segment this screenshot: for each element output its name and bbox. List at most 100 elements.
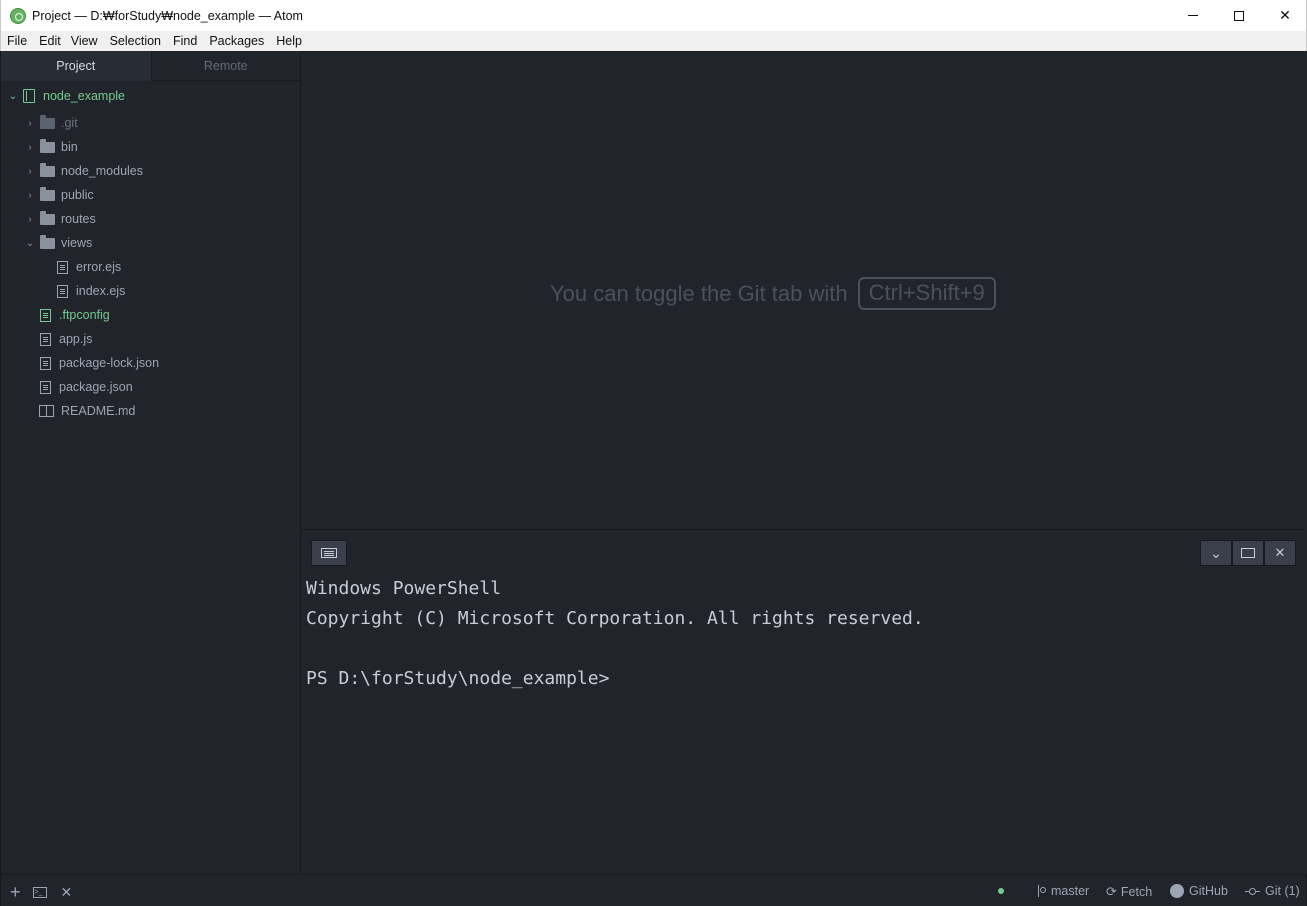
tree-item-label: index.ejs: [76, 284, 126, 298]
folder-icon: [40, 234, 55, 249]
tree-item-label: public: [61, 188, 94, 202]
chevron-right-icon: ›: [28, 117, 32, 129]
chevron-down-icon: ⌄: [25, 237, 35, 249]
menu-packages[interactable]: Packages: [209, 34, 264, 48]
tree-item-label: views: [61, 236, 93, 250]
editor-area[interactable]: You can toggle the Git tab with Ctrl+Shi…: [301, 51, 1305, 529]
tree-item-label: .ftpconfig: [59, 308, 110, 322]
github-label: GitHub: [1189, 884, 1228, 898]
status-bar: + >_ ✕ master ⟳ Fetch GitHub Git (1): [0, 874, 1307, 906]
close-icon: ✕: [1279, 7, 1291, 23]
file-icon: [40, 332, 51, 346]
panel-tabs: Project Remote: [1, 51, 300, 81]
tree-item-index-ejs[interactable]: index.ejs: [57, 279, 125, 303]
close-window-button[interactable]: ✕: [1262, 0, 1307, 31]
github-button[interactable]: GitHub: [1170, 884, 1228, 898]
terminal-line: Windows PowerShell: [306, 578, 502, 599]
commit-icon: [1245, 887, 1260, 895]
tree-item-label: package-lock.json: [59, 356, 160, 370]
tree-item-label: .git: [61, 116, 78, 130]
tree-item-label: package.json: [59, 380, 133, 394]
tree-item-label: error.ejs: [76, 260, 122, 274]
tree-root-node-example[interactable]: ⌄ node_example: [8, 84, 125, 108]
shortcut-key: Ctrl+Shift+9: [857, 277, 996, 310]
file-icon: [40, 308, 51, 322]
tree-view-panel: Project Remote ⌄ node_example › .git › b…: [0, 51, 301, 874]
git-tab-hint: You can toggle the Git tab with Ctrl+Shi…: [550, 277, 996, 310]
tree-item-label: routes: [61, 212, 96, 226]
tree-item-app-js[interactable]: app.js: [40, 327, 92, 351]
window-title: Project — D:₩forStudy₩node_example — Ato…: [32, 8, 303, 23]
tree-item-label: node_modules: [61, 164, 144, 178]
tab-project[interactable]: Project: [1, 51, 151, 81]
chevron-right-icon: ›: [28, 213, 32, 225]
github-icon: [1170, 884, 1184, 898]
terminal-panel[interactable]: ⌄ ✕ Windows PowerShell Copyright (C) Mic…: [301, 529, 1305, 874]
terminal-line: Copyright (C) Microsoft Corporation. All…: [306, 608, 924, 629]
terminal-prompt: PS D:\forStudy\node_example>: [306, 668, 610, 689]
status-left: + >_ ✕: [10, 883, 84, 901]
tree-item-ftpconfig[interactable]: .ftpconfig: [40, 303, 110, 327]
minimize-icon: [1188, 15, 1198, 16]
maximize-icon: [1234, 10, 1244, 21]
fetch-button[interactable]: ⟳ Fetch: [1106, 884, 1152, 900]
menu-find[interactable]: Find: [173, 34, 197, 48]
branch-icon: [1036, 885, 1046, 897]
menu-file[interactable]: File: [7, 34, 27, 48]
menu-view[interactable]: View: [71, 34, 98, 48]
atom-logo-icon: [10, 7, 26, 24]
folder-icon: [40, 114, 55, 129]
tab-remote[interactable]: Remote: [150, 51, 300, 81]
title-bar: Project — D:₩forStudy₩node_example — Ato…: [0, 0, 1307, 31]
tree-item-readme[interactable]: README.md: [39, 399, 135, 423]
tree-item-label: app.js: [59, 332, 93, 346]
tree-item-error-ejs[interactable]: error.ejs: [57, 255, 121, 279]
git-button[interactable]: Git (1): [1245, 884, 1300, 898]
tree-item-views[interactable]: ⌄ views: [25, 231, 92, 255]
sync-icon: ⟳: [1106, 884, 1117, 899]
tree-item-public[interactable]: › public: [25, 183, 94, 207]
keyboard-icon: [321, 548, 337, 558]
folder-icon: [40, 210, 55, 225]
branch-button[interactable]: master: [1036, 884, 1089, 898]
folder-icon: [40, 186, 55, 201]
tree-item-package-json[interactable]: package.json: [40, 375, 133, 399]
file-icon: [57, 260, 68, 274]
status-dot-icon: [998, 888, 1004, 894]
add-icon[interactable]: +: [10, 883, 21, 901]
close-icon: ✕: [1274, 545, 1286, 560]
minimize-button[interactable]: [1170, 0, 1216, 31]
tree-item-label: README.md: [61, 404, 136, 418]
tree-item-bin[interactable]: › bin: [25, 135, 78, 159]
maximize-button[interactable]: [1216, 0, 1262, 31]
tree-item-label: bin: [61, 140, 78, 154]
fetch-label: Fetch: [1120, 885, 1153, 899]
chevron-down-icon: ⌄: [8, 90, 18, 102]
chevron-right-icon: ›: [28, 189, 32, 201]
tree-item-node-modules[interactable]: › node_modules: [25, 159, 143, 183]
menu-edit[interactable]: Edit: [39, 34, 61, 48]
keyboard-button[interactable]: [311, 540, 347, 566]
file-icon: [40, 380, 51, 394]
menu-selection[interactable]: Selection: [110, 34, 161, 48]
chevron-down-icon: ⌄: [1210, 545, 1222, 561]
folder-icon: [40, 138, 55, 153]
hint-text: You can toggle the Git tab with: [550, 280, 848, 306]
tree-item-routes[interactable]: › routes: [25, 207, 96, 231]
chevron-right-icon: ›: [28, 165, 32, 177]
repo-icon: [23, 89, 35, 103]
tree-item-package-lock-json[interactable]: package-lock.json: [40, 351, 159, 375]
menu-help[interactable]: Help: [276, 34, 302, 48]
folder-icon: [40, 162, 55, 177]
branch-label: master: [1051, 884, 1090, 898]
close-icon[interactable]: ✕: [61, 884, 73, 900]
close-terminal-button[interactable]: ✕: [1264, 540, 1296, 566]
file-icon: [40, 356, 51, 370]
book-icon: [39, 405, 54, 417]
git-label: Git (1): [1265, 884, 1300, 898]
hide-terminal-button[interactable]: ⌄: [1200, 540, 1232, 566]
tree-item-label: node_example: [43, 89, 126, 103]
terminal-icon[interactable]: >_: [32, 886, 47, 898]
maximize-terminal-button[interactable]: [1232, 540, 1264, 566]
tree-item-git[interactable]: › .git: [25, 111, 78, 135]
